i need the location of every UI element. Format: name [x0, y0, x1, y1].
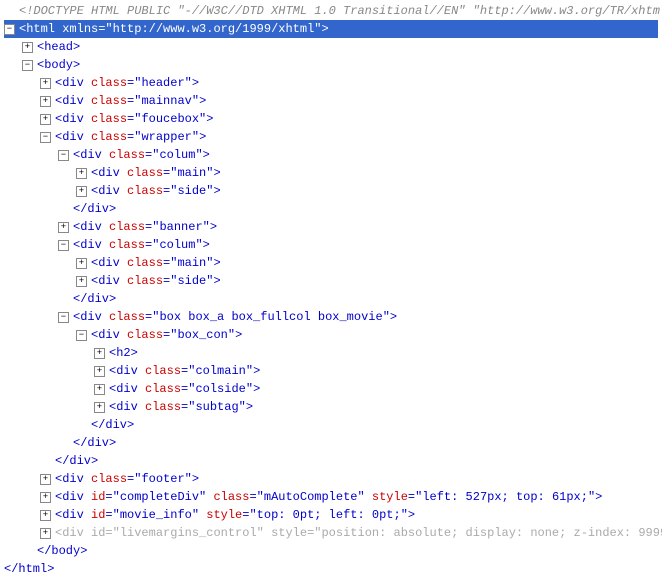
expand-icon[interactable]: +	[40, 528, 51, 539]
node-colum2[interactable]: − <div class="colum">	[4, 236, 658, 254]
expand-icon[interactable]: +	[40, 114, 51, 125]
node-side1[interactable]: + <div class="side">	[4, 182, 658, 200]
close-box: </div>	[4, 434, 658, 452]
node-main1[interactable]: + <div class="main">	[4, 164, 658, 182]
node-header[interactable]: + <div class="header">	[4, 74, 658, 92]
expand-icon[interactable]: +	[76, 168, 87, 179]
expand-icon[interactable]: +	[40, 78, 51, 89]
expand-icon[interactable]: +	[94, 366, 105, 377]
expand-icon[interactable]: +	[40, 96, 51, 107]
collapse-icon[interactable]: −	[22, 60, 33, 71]
node-livemargins[interactable]: + <div id="livemargins_control" style="p…	[4, 524, 658, 542]
dom-tree: <!DOCTYPE HTML PUBLIC "-//W3C//DTD XHTML…	[0, 0, 662, 580]
collapse-icon[interactable]: −	[4, 24, 15, 35]
expand-icon[interactable]: +	[40, 492, 51, 503]
expand-icon[interactable]: +	[76, 186, 87, 197]
node-subtag[interactable]: + <div class="subtag">	[4, 398, 658, 416]
close-html: </html>	[4, 560, 658, 578]
expand-icon[interactable]: +	[58, 222, 69, 233]
expand-icon[interactable]: +	[94, 402, 105, 413]
node-main2[interactable]: + <div class="main">	[4, 254, 658, 272]
node-boxcon[interactable]: − <div class="box_con">	[4, 326, 658, 344]
collapse-icon[interactable]: −	[40, 132, 51, 143]
expand-icon[interactable]: +	[94, 384, 105, 395]
node-side2[interactable]: + <div class="side">	[4, 272, 658, 290]
node-foucebox[interactable]: + <div class="foucebox">	[4, 110, 658, 128]
node-movieinfo[interactable]: + <div id="movie_info" style="top: 0pt; …	[4, 506, 658, 524]
close-wrapper: </div>	[4, 452, 658, 470]
node-html[interactable]: − <html xmlns="http://www.w3.org/1999/xh…	[4, 20, 658, 38]
node-h2[interactable]: + <h2>	[4, 344, 658, 362]
node-colum1[interactable]: − <div class="colum">	[4, 146, 658, 164]
collapse-icon[interactable]: −	[58, 150, 69, 161]
node-colside[interactable]: + <div class="colside">	[4, 380, 658, 398]
expand-icon[interactable]: +	[94, 348, 105, 359]
node-wrapper[interactable]: − <div class="wrapper">	[4, 128, 658, 146]
expand-icon[interactable]: +	[76, 276, 87, 287]
node-colmain[interactable]: + <div class="colmain">	[4, 362, 658, 380]
collapse-icon[interactable]: −	[76, 330, 87, 341]
node-banner[interactable]: + <div class="banner">	[4, 218, 658, 236]
expand-icon[interactable]: +	[76, 258, 87, 269]
node-footer[interactable]: + <div class="footer">	[4, 470, 658, 488]
collapse-icon[interactable]: −	[58, 240, 69, 251]
node-mainnav[interactable]: + <div class="mainnav">	[4, 92, 658, 110]
collapse-icon[interactable]: −	[58, 312, 69, 323]
node-box[interactable]: − <div class="box box_a box_fullcol box_…	[4, 308, 658, 326]
close-boxcon: </div>	[4, 416, 658, 434]
expand-icon[interactable]: +	[40, 510, 51, 521]
close-body: </body>	[4, 542, 658, 560]
node-body[interactable]: − <body>	[4, 56, 658, 74]
node-head[interactable]: + <head>	[4, 38, 658, 56]
close-colum1: </div>	[4, 200, 658, 218]
close-colum2: </div>	[4, 290, 658, 308]
node-completeDiv[interactable]: + <div id="completeDiv" class="mAutoComp…	[4, 488, 658, 506]
expand-icon[interactable]: +	[40, 474, 51, 485]
doctype-text: <!DOCTYPE HTML PUBLIC "-//W3C//DTD XHTML…	[19, 2, 662, 20]
doctype-line: <!DOCTYPE HTML PUBLIC "-//W3C//DTD XHTML…	[4, 2, 658, 20]
expand-icon[interactable]: +	[22, 42, 33, 53]
